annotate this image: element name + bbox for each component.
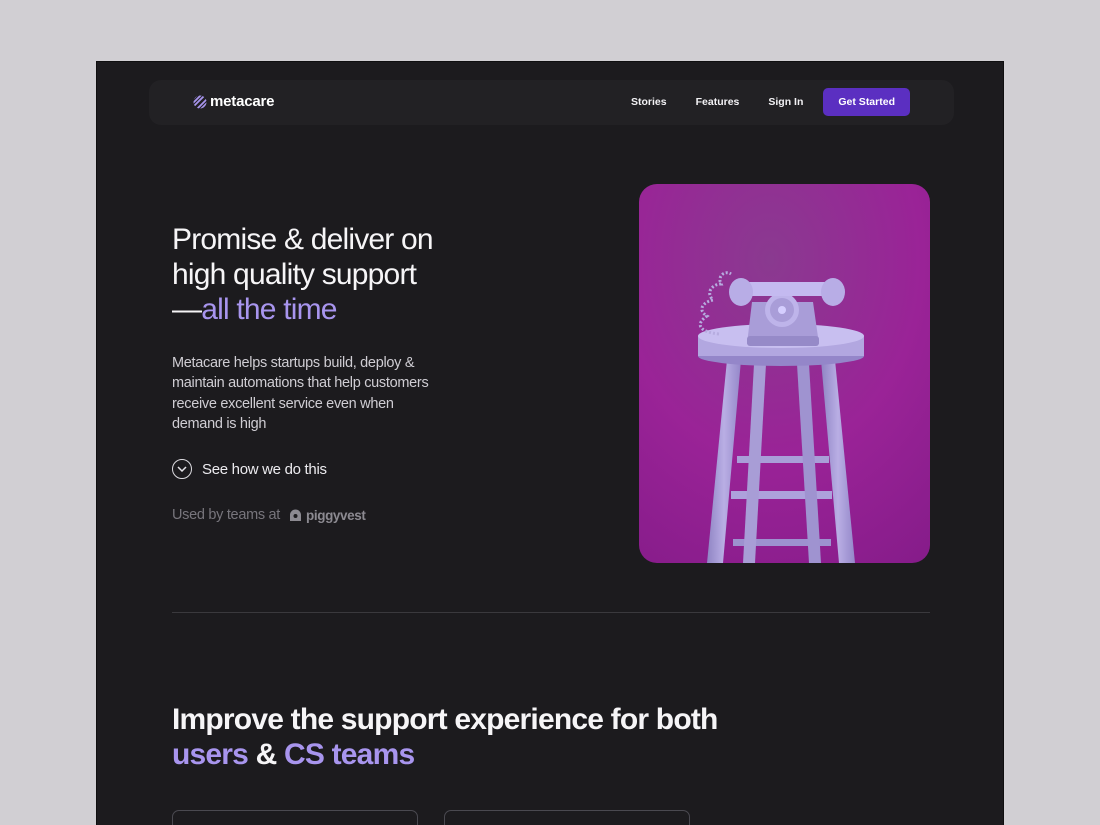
partner-name: piggyvest [306, 507, 366, 523]
used-by-label: Used by teams at [172, 507, 281, 523]
hero-title-line1: Promise & deliver on [172, 223, 434, 256]
section-divider [172, 612, 930, 613]
nav-link-features[interactable]: Features [696, 96, 740, 108]
piggyvest-icon [290, 509, 302, 521]
brand-name: metacare [210, 93, 275, 110]
section-accent-users: users [172, 738, 249, 771]
piggyvest-logo: piggyvest [288, 507, 366, 523]
hero-title-line2: high quality support [172, 258, 417, 291]
section-title-line1: Improve the support experience for both [172, 703, 718, 736]
nav-links: Stories Features Sign In Get Started [631, 88, 910, 116]
hero-image-telephone [639, 184, 930, 563]
metacare-logo-icon [193, 95, 207, 108]
section-title: Improve the support experience for both u… [172, 702, 732, 772]
get-started-button[interactable]: Get Started [823, 88, 910, 116]
hero-description: Metacare helps startups build, deploy & … [172, 355, 429, 432]
feature-card [444, 810, 690, 825]
hero-title-accent: all the time [201, 293, 337, 326]
see-how-label: See how we do this [202, 460, 327, 478]
hero-title: Promise & deliver on high quality support… [172, 222, 512, 327]
navbar: metacare Stories Features Sign In Get St… [149, 80, 954, 125]
section-accent-cs-teams: CS teams [284, 738, 415, 771]
section-title-amp: & [248, 738, 284, 771]
page-frame: metacare Stories Features Sign In Get St… [96, 61, 1004, 825]
chevron-down-circle-icon [172, 459, 192, 479]
used-by: Used by teams at piggyvest [172, 507, 366, 523]
see-how-link[interactable]: See how we do this [172, 459, 327, 479]
nav-link-stories[interactable]: Stories [631, 96, 667, 108]
brand-logo[interactable]: metacare [193, 93, 274, 110]
hero-title-dash: — [172, 293, 202, 326]
nav-link-sign-in[interactable]: Sign In [768, 96, 803, 108]
feature-card [172, 810, 418, 825]
